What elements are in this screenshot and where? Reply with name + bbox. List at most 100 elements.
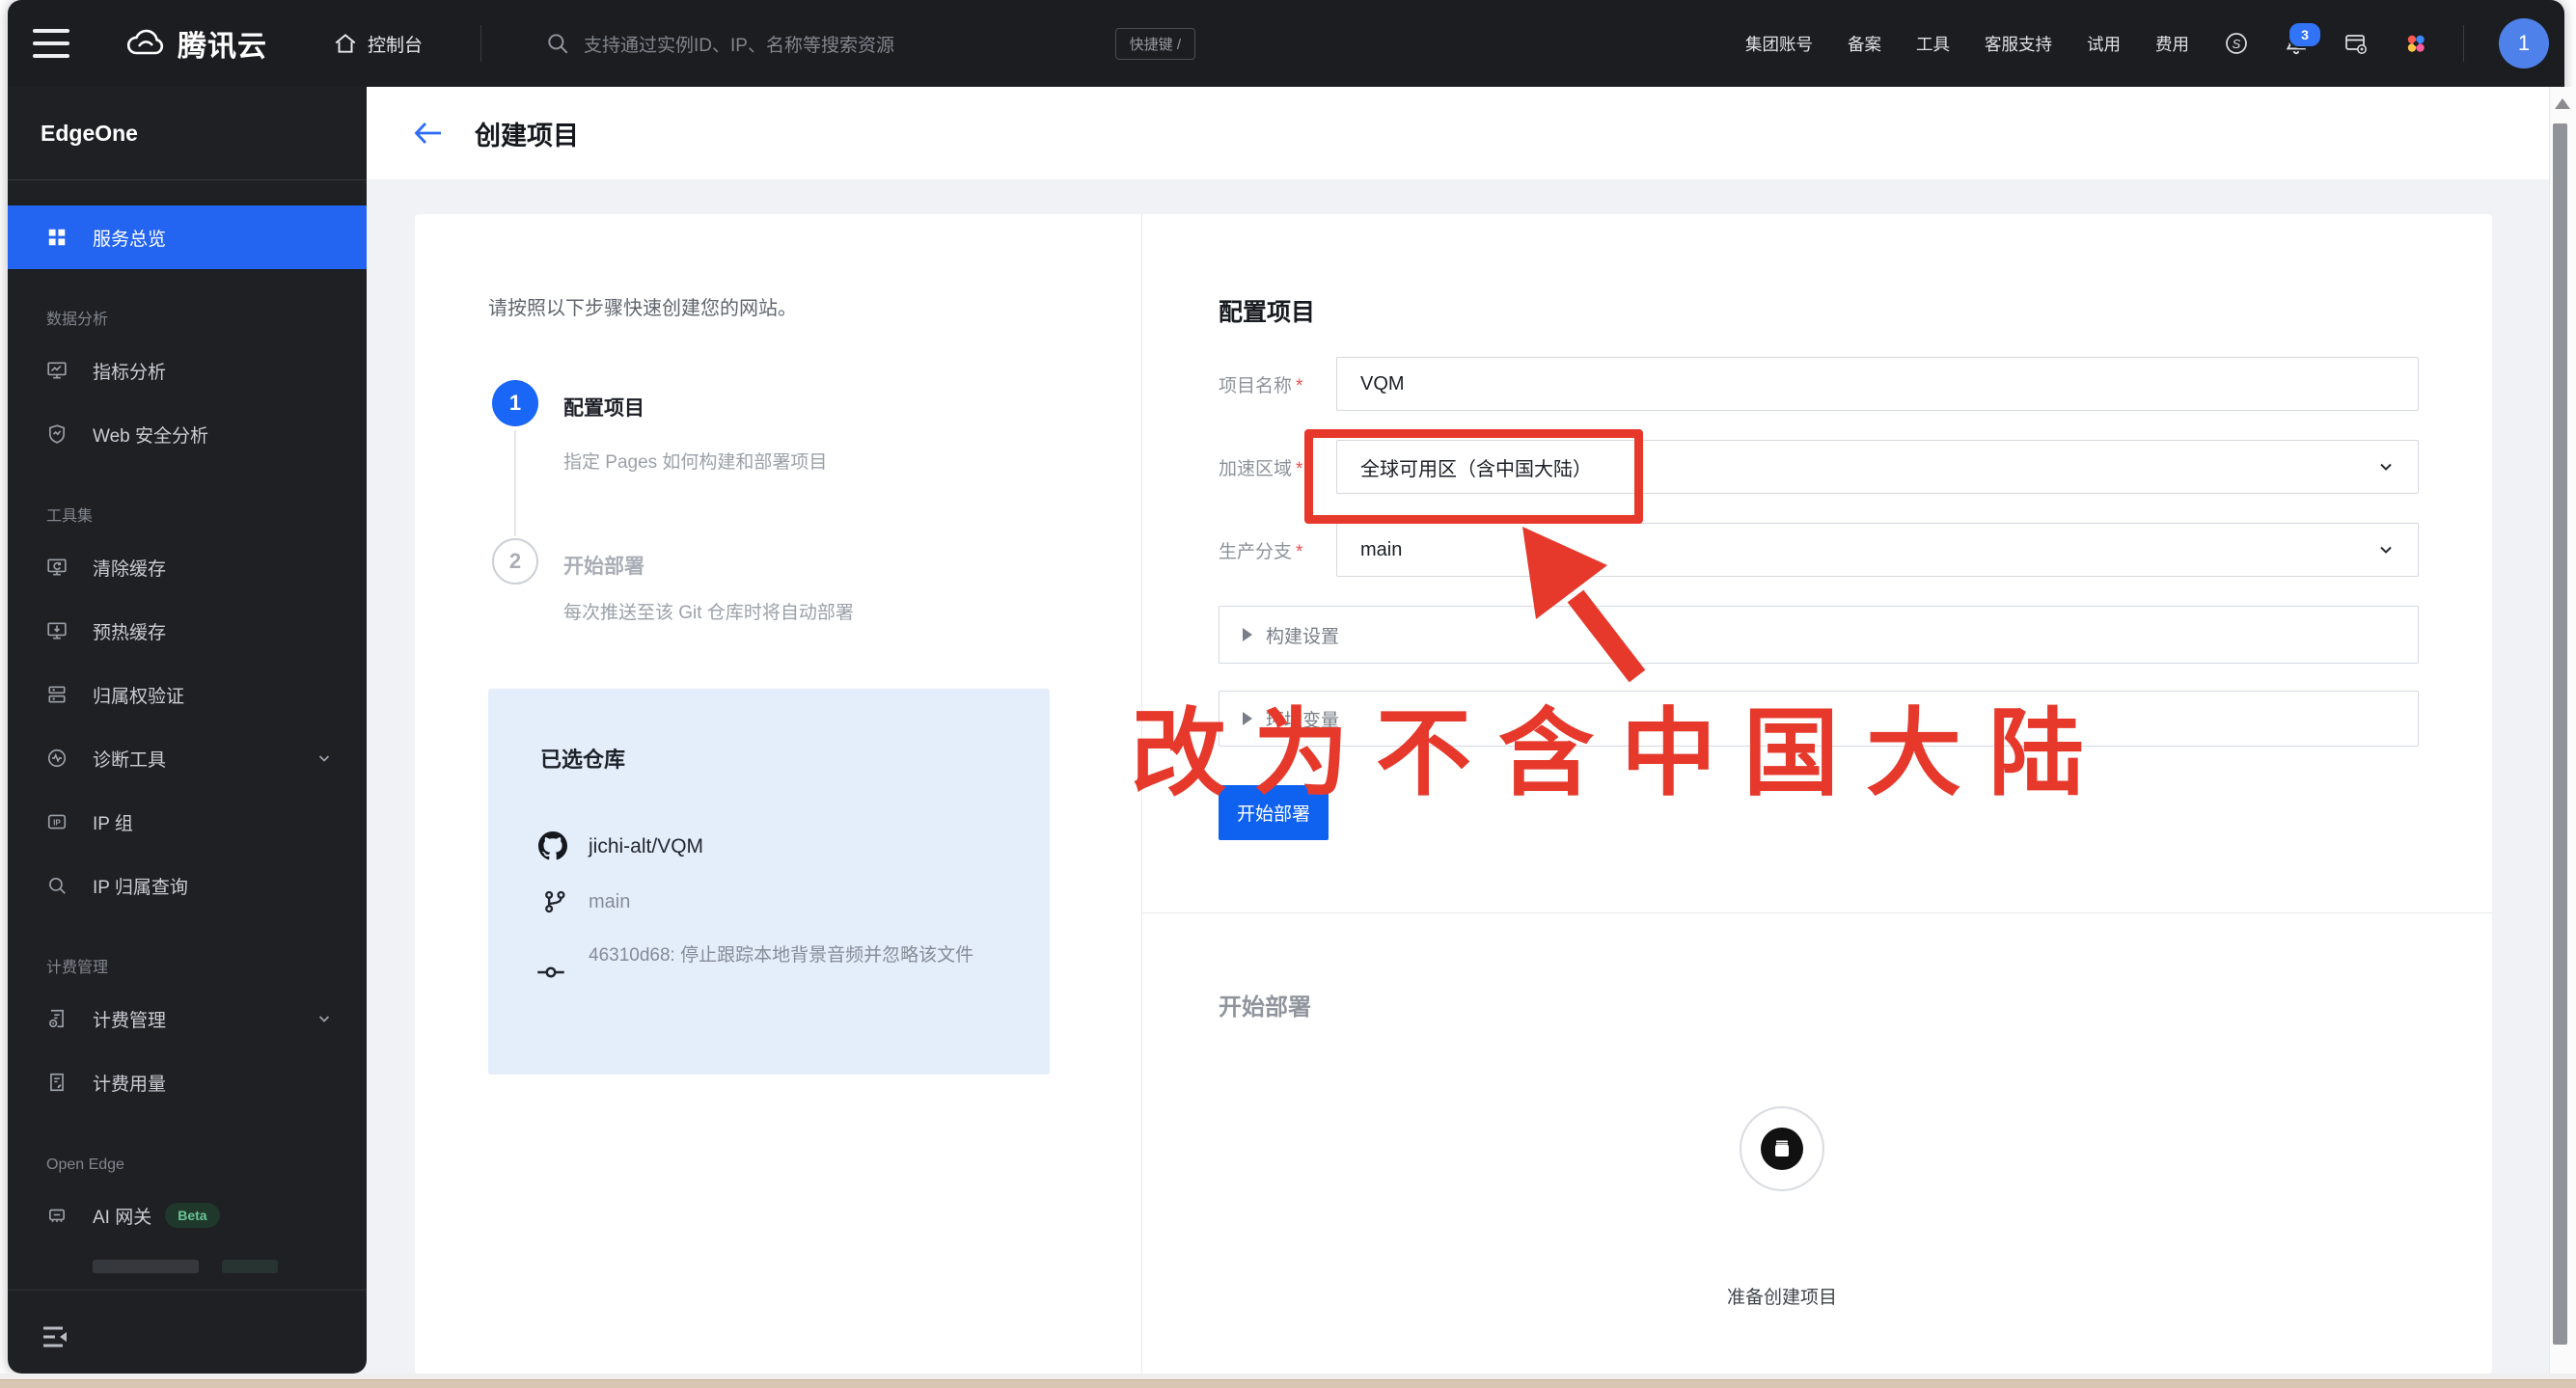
nav-item-support[interactable]: 客服支持 — [1985, 32, 2052, 56]
sidebar-item-label: IP 归属查询 — [93, 873, 188, 899]
nav-divider — [2463, 25, 2464, 62]
notifications-button[interactable]: 3 — [2284, 31, 2309, 56]
diagnose-icon — [46, 748, 68, 769]
console-settings-icon[interactable] — [2343, 31, 2369, 56]
chevron-down-icon — [316, 750, 332, 766]
brand-name: 腾讯云 — [178, 22, 267, 65]
project-name-label: 项目名称* — [1219, 371, 1302, 397]
svg-text:S: S — [2233, 37, 2241, 51]
sidebar-item-ai-gateway[interactable]: AI 网关 Beta — [8, 1184, 367, 1247]
build-settings-collapsible[interactable]: 构建设置 — [1219, 606, 2419, 664]
triangle-right-icon — [1243, 628, 1252, 641]
tencent-cloud-logo[interactable]: 腾讯云 — [125, 22, 267, 65]
monitor-refresh-icon — [46, 557, 68, 578]
sidebar-item-label: 指标分析 — [93, 358, 166, 384]
sidebar-item-label: 归属权验证 — [93, 682, 184, 708]
monitor-chart-icon — [46, 360, 68, 381]
page-title: 创建项目 — [475, 115, 579, 152]
back-button[interactable] — [413, 120, 444, 147]
svg-text:IP: IP — [53, 819, 61, 828]
nav-item-group-account[interactable]: 集团账号 — [1745, 32, 1813, 56]
step-2-title: 开始部署 — [563, 551, 644, 580]
user-avatar[interactable]: 1 — [2499, 18, 2549, 68]
gateway-icon — [46, 1205, 68, 1226]
search-shortcut-badge: 快捷键 / — [1115, 28, 1195, 60]
section-divider — [1141, 912, 2492, 913]
steps-intro: 请按照以下步骤快速创建您的网站。 — [488, 292, 797, 320]
sidebar-section-billing: 计费管理 — [8, 917, 367, 987]
sidebar-item-label: AI 网关 — [93, 1203, 151, 1229]
sidebar-item-billing-management[interactable]: 计费管理 — [8, 987, 367, 1050]
sidebar-item-diagnostic-tools[interactable]: 诊断工具 — [8, 726, 367, 790]
sidebar-item-web-security[interactable]: Web 安全分析 — [8, 402, 367, 466]
nav-divider — [480, 25, 481, 62]
selected-repo-title: 已选仓库 — [540, 743, 625, 774]
git-branch-icon — [542, 889, 567, 914]
notification-badge: 3 — [2288, 21, 2322, 48]
console-label: 控制台 — [368, 31, 423, 57]
production-branch-value: main — [1360, 539, 1402, 561]
step-2-indicator: 2 — [492, 538, 538, 585]
search-placeholder: 支持通过实例ID、IP、名称等搜索资源 — [584, 31, 894, 57]
sidebar-divider — [8, 1290, 367, 1291]
top-navbar: 腾讯云 控制台 支持通过实例ID、IP、名称等搜索资源 快捷键 / 集团账号 备… — [8, 0, 2564, 87]
search-icon — [545, 31, 570, 56]
production-branch-select[interactable]: main — [1336, 523, 2419, 577]
sidebar-item-label: Web 安全分析 — [93, 422, 208, 448]
page-header: 创建项目 — [367, 87, 2564, 179]
step-1-title: 配置项目 — [563, 393, 644, 422]
sidebar-item-label: IP 组 — [93, 809, 133, 835]
ai-assistant-icon[interactable] — [2403, 31, 2428, 56]
collapse-sidebar-icon[interactable] — [41, 1323, 69, 1350]
grid-icon — [46, 227, 68, 248]
annotation-text: 改为不含中国大陆 — [1131, 675, 2111, 814]
console-link[interactable]: 控制台 — [333, 31, 423, 57]
sidebar-item-ip-group[interactable]: IP IP 组 — [8, 790, 367, 854]
shield-icon — [46, 423, 68, 445]
step-1-indicator: 1 — [492, 380, 538, 426]
form-title: 配置项目 — [1219, 293, 1315, 328]
usage-doc-icon — [46, 1072, 68, 1093]
sidebar-section-tools: 工具集 — [8, 466, 367, 535]
home-icon — [333, 31, 358, 56]
sidebar-section-analytics: 数据分析 — [8, 269, 367, 339]
sidebar-item-label: 清除缓存 — [93, 555, 166, 581]
ticket-icon[interactable]: S — [2224, 31, 2249, 56]
repo-commit-message: 46310d68: 停止跟踪本地背景音频并忽略该文件 — [589, 939, 1001, 972]
sidebar-item-label: 计费用量 — [93, 1070, 166, 1096]
sidebar-item-billing-usage[interactable]: 计费用量 — [8, 1050, 367, 1114]
selected-repo-box: 已选仓库 jichi-alt/VQM main 46310d68: 停止跟踪本地… — [488, 689, 1050, 1075]
scrollbar-up-arrow[interactable] — [2555, 98, 2570, 109]
ip-badge-icon: IP — [46, 811, 68, 832]
nav-item-billing[interactable]: 费用 — [2155, 32, 2189, 56]
product-title: EdgeOne — [8, 87, 367, 180]
sidebar-item-ip-lookup[interactable]: IP 归属查询 — [8, 854, 367, 917]
sidebar-item-label: 诊断工具 — [93, 746, 166, 772]
sidebar-item-ownership-verification[interactable]: 归属权验证 — [8, 663, 367, 726]
nav-item-tools[interactable]: 工具 — [1916, 32, 1950, 56]
repo-name: jichi-alt/VQM — [589, 835, 703, 858]
scrollbar-thumb[interactable] — [2553, 123, 2567, 1345]
deploy-status-text: 准备创建项目 — [1637, 1283, 1927, 1309]
hamburger-menu-icon[interactable] — [33, 29, 69, 58]
acceleration-region-label: 加速区域* — [1219, 454, 1302, 480]
chevron-down-icon — [2377, 458, 2395, 476]
sidebar-item-overview[interactable]: 服务总览 — [8, 205, 367, 269]
step-1-desc: 指定 Pages 如何构建和部署项目 — [563, 448, 827, 474]
project-name-input[interactable]: VQM — [1336, 357, 2419, 411]
sidebar-item-purge-cache[interactable]: 清除缓存 — [8, 535, 367, 599]
chevron-down-icon — [2377, 541, 2395, 558]
sidebar: EdgeOne 服务总览 数据分析 指标分析 Web 安全分析 — [8, 87, 367, 1374]
global-search[interactable]: 支持通过实例ID、IP、名称等搜索资源 快捷键 / — [520, 28, 1195, 60]
sidebar-item-metrics[interactable]: 指标分析 — [8, 339, 367, 402]
magnifier-icon — [46, 875, 68, 896]
nav-item-trial[interactable]: 试用 — [2087, 32, 2121, 56]
beta-badge: Beta — [165, 1203, 219, 1228]
production-branch-label: 生产分支* — [1219, 537, 1302, 563]
cloud-logo-icon — [125, 27, 166, 60]
sidebar-item-label: 预热缓存 — [93, 618, 166, 644]
nav-item-icp[interactable]: 备案 — [1848, 32, 1881, 56]
billing-doc-icon — [46, 1008, 68, 1029]
build-settings-label: 构建设置 — [1266, 622, 1339, 648]
sidebar-item-prefetch-cache[interactable]: 预热缓存 — [8, 599, 367, 663]
